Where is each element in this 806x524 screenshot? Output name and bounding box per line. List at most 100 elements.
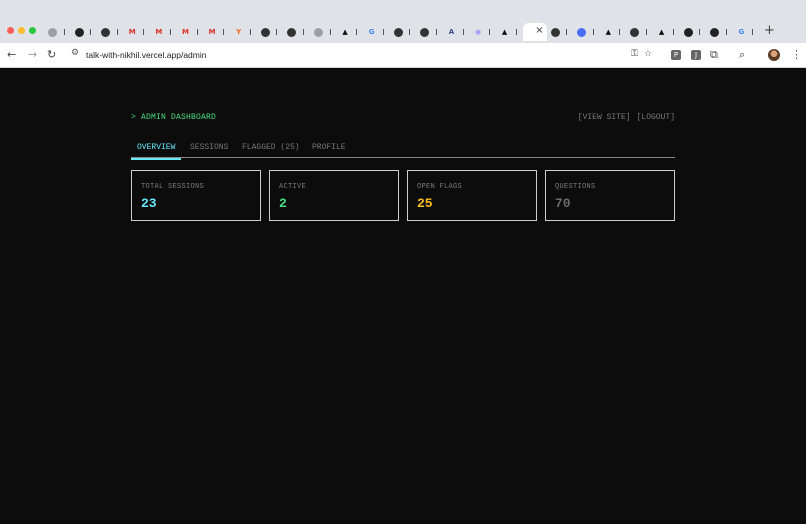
openai-icon — [630, 27, 640, 37]
extensions-puzzle-icon[interactable]: ⧉ — [710, 48, 718, 62]
stat-card-open-flags: OPEN FLAGS 25 — [407, 170, 537, 221]
openai-icon — [101, 27, 111, 37]
page-title: > ADMIN DASHBOARD — [131, 113, 217, 122]
vercel-icon: ▲ — [605, 27, 612, 36]
browser-tab[interactable]: M — [204, 23, 231, 41]
chrome-icon — [48, 27, 57, 37]
browser-tab[interactable]: ◉ — [470, 23, 497, 41]
browser-tab[interactable] — [706, 23, 733, 41]
grid-icon — [577, 27, 587, 37]
forward-icon[interactable]: → — [28, 48, 37, 62]
browser-tab[interactable]: ▲ — [600, 23, 627, 41]
extension-icon[interactable]: P — [671, 50, 681, 60]
dashboard-tabs: OVERVIEW SESSIONS FLAGGED (25) PROFILE — [131, 140, 675, 160]
tab-sessions[interactable]: SESSIONS — [190, 143, 228, 158]
browser-tab[interactable]: × — [522, 23, 547, 41]
browser-tab-strip: M M M M Y ▲ G A ◉ ▲ × ▲ ▲ G — [44, 23, 759, 41]
browser-tab[interactable]: G — [363, 23, 390, 41]
tab-separator — [169, 29, 171, 35]
vercel-icon: ▲ — [658, 27, 665, 36]
browser-tab[interactable] — [257, 23, 284, 41]
minimize-window-button[interactable] — [18, 27, 25, 34]
browser-tab[interactable]: Y — [230, 23, 257, 41]
browser-tab[interactable]: A — [443, 23, 470, 41]
gmail-icon: M — [155, 27, 163, 36]
view-site-link[interactable]: [VIEW SITE] — [578, 113, 631, 122]
google-icon: G — [738, 27, 745, 36]
browser-tab[interactable]: G — [733, 23, 760, 41]
browser-tab[interactable] — [390, 23, 417, 41]
tab-overview[interactable]: OVERVIEW — [131, 143, 182, 160]
browser-tab[interactable] — [626, 23, 653, 41]
tab-search-icon[interactable]: ⌕ — [739, 48, 745, 62]
browser-tab[interactable]: M — [177, 23, 204, 41]
tab-separator — [592, 29, 594, 35]
browser-menu-icon[interactable]: ⋮ — [791, 48, 802, 61]
browser-tab[interactable]: ▲ — [496, 23, 523, 41]
browser-tab[interactable] — [97, 23, 124, 41]
stat-label: ACTIVE — [279, 183, 307, 191]
browser-tab[interactable] — [680, 23, 707, 41]
tab-separator — [646, 29, 648, 35]
tab-separator — [143, 29, 145, 35]
url-text[interactable]: talk-with-nikhil.vercel.app/admin — [86, 50, 206, 60]
github-icon — [74, 27, 84, 37]
tab-separator — [276, 29, 278, 35]
admin-page: > ADMIN DASHBOARD [VIEW SITE] [LOGOUT] O… — [0, 69, 806, 524]
browser-tab[interactable] — [547, 23, 574, 41]
tab-separator — [329, 29, 331, 35]
gmail-icon: M — [181, 27, 189, 36]
browser-tab[interactable]: M — [150, 23, 177, 41]
site-settings-icon[interactable]: ⚙ — [71, 48, 79, 58]
logout-link[interactable]: [LOGOUT] — [637, 113, 675, 122]
tab-separator — [489, 29, 491, 35]
stat-value: 2 — [279, 196, 287, 211]
close-window-button[interactable] — [7, 27, 14, 34]
google-icon: G — [368, 27, 375, 36]
reload-icon[interactable]: ↻ — [47, 48, 56, 62]
browser-tab[interactable]: M — [124, 23, 151, 41]
a-icon: A — [448, 27, 455, 36]
browser-tab[interactable]: ▲ — [653, 23, 680, 41]
tab-flagged[interactable]: FLAGGED (25) — [242, 143, 300, 158]
vercel-icon: ▲ — [501, 27, 508, 36]
eye-icon: ◉ — [474, 27, 482, 36]
tab-separator — [435, 29, 437, 35]
tab-separator — [409, 29, 411, 35]
tab-profile[interactable]: PROFILE — [312, 143, 346, 158]
stat-card-active: ACTIVE 2 — [269, 170, 399, 221]
browser-tab[interactable] — [71, 23, 98, 41]
openai-icon — [550, 27, 560, 37]
header-links: [VIEW SITE] [LOGOUT] — [578, 113, 675, 122]
stat-label: QUESTIONS — [555, 183, 596, 191]
tab-separator — [672, 29, 674, 35]
browser-tab[interactable] — [573, 23, 600, 41]
back-icon[interactable]: ← — [7, 48, 16, 62]
extension-icon[interactable]: J — [691, 50, 701, 60]
password-key-icon[interactable]: ⚿ — [631, 49, 644, 59]
github-icon — [683, 27, 693, 37]
tab-separator — [382, 29, 384, 35]
new-tab-icon[interactable]: + — [764, 24, 775, 38]
maximize-window-button[interactable] — [29, 27, 36, 34]
tab-separator — [116, 29, 118, 35]
stat-card-questions: QUESTIONS 70 — [545, 170, 675, 221]
browser-tab[interactable] — [310, 23, 337, 41]
address-bar[interactable]: ⚙ talk-with-nikhil.vercel.app/admin ⚿☆ — [64, 46, 666, 65]
browser-tab[interactable] — [283, 23, 310, 41]
stat-value: 23 — [141, 196, 157, 211]
notion-icon — [420, 27, 430, 37]
openai-icon — [260, 27, 270, 37]
tab-separator — [725, 29, 727, 35]
profile-avatar[interactable] — [768, 49, 780, 61]
tab-separator — [223, 29, 225, 35]
bookmark-star-icon[interactable]: ☆ — [644, 49, 658, 59]
browser-tab[interactable]: ▲ — [337, 23, 364, 41]
gmail-icon: M — [208, 27, 216, 36]
browser-tab[interactable] — [44, 23, 71, 41]
browser-tab[interactable] — [416, 23, 443, 41]
stat-value: 25 — [417, 196, 433, 211]
close-tab-icon[interactable]: × — [535, 25, 543, 36]
stat-label: TOTAL SESSIONS — [141, 183, 205, 191]
tab-separator — [699, 29, 701, 35]
